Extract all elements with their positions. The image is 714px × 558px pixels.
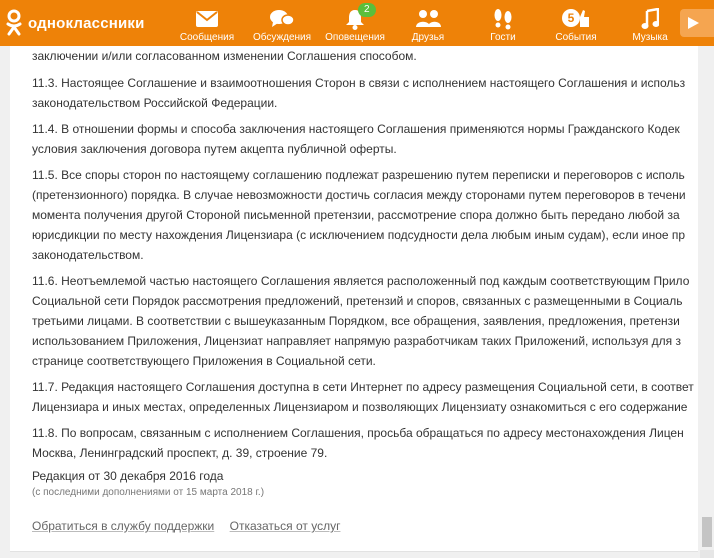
unsubscribe-link[interactable]: Отказаться от услуг	[230, 519, 341, 533]
nav-music-label: Музыка	[632, 32, 668, 43]
paragraph-line: третьими лицами. В соответствии с вышеук…	[32, 314, 680, 328]
nav-discussions[interactable]: Обсуждения	[248, 0, 316, 46]
nav-discussions-label: Обсуждения	[252, 32, 312, 43]
paragraph-line: (претензионного) порядка. В случае невоз…	[32, 188, 686, 202]
paragraph-line: 11.7. Редакция настоящего Соглашения дос…	[32, 380, 694, 394]
scrollbar-thumb[interactable]	[702, 517, 712, 547]
edition-note: (с последними дополнениями от 15 марта 2…	[32, 487, 265, 498]
ok-logo-icon	[6, 9, 22, 36]
music-note-icon	[641, 7, 659, 31]
paragraph-line: 11.3. Настоящее Соглашение и взаимоотнош…	[32, 76, 686, 90]
paragraph-line: 11.6. Неотъемлемой частью настоящего Сог…	[32, 274, 690, 288]
nav-music[interactable]: Музыка	[624, 0, 676, 46]
nav-guests[interactable]: Гости	[476, 0, 530, 46]
paragraph-line: законодательством Российской Федерации.	[32, 96, 278, 110]
edition-date: Редакция от 30 декабря 2016 года	[32, 469, 224, 483]
agreement-paragraph: 11.6. Неотъемлемой частью настоящего Сог…	[32, 271, 698, 371]
paragraph-line: 11.8. По вопросам, связанным с исполнени…	[32, 426, 684, 440]
paragraphs: 11.3. Настоящее Соглашение и взаимоотнош…	[32, 73, 698, 463]
ok-logo[interactable]: одноклассники	[6, 8, 145, 38]
paragraph-line: юрисдикции по месту нахождения Лицензиар…	[32, 228, 686, 242]
top-navigation-bar: одноклассники Сообщения Обсуждения 2 Опо…	[0, 0, 714, 46]
footer-links: Обратиться в службу поддержки Отказаться…	[32, 519, 698, 533]
paragraph-line: 11.5. Все споры сторон по настоящему сог…	[32, 168, 685, 182]
chat-bubbles-icon	[269, 7, 295, 31]
paragraph-line: Социальной сети Порядок рассмотрения пре…	[32, 294, 683, 308]
support-link[interactable]: Обратиться в службу поддержки	[32, 519, 214, 533]
brand-name: одноклассники	[28, 14, 145, 32]
footprints-icon	[493, 7, 513, 31]
agreement-content: заключении и/или согласованном изменении…	[10, 46, 698, 552]
nav-friends-label: Друзья	[411, 32, 445, 43]
agreement-paragraph: 11.5. Все споры сторон по настоящему сог…	[32, 165, 698, 265]
nav-events[interactable]: 5 События	[548, 0, 604, 46]
agreement-paragraph: 11.3. Настоящее Соглашение и взаимоотнош…	[32, 73, 698, 113]
nav-messages[interactable]: Сообщения	[178, 0, 236, 46]
agreement-paragraph: 11.7. Редакция настоящего Соглашения дос…	[32, 377, 698, 417]
events-count: 5	[567, 11, 575, 25]
play-icon	[688, 17, 699, 29]
paragraph-line: момента получения другой Стороной письме…	[32, 208, 680, 222]
agreement-text: заключении и/или согласованном изменении…	[32, 46, 698, 533]
agreement-paragraph: 11.8. По вопросам, связанным с исполнени…	[32, 423, 698, 463]
paragraph-line: условия заключения договора путем акцепт…	[32, 142, 397, 156]
paragraph-line: использованием Приложения, Лицензиат нап…	[32, 334, 681, 348]
events-icon: 5	[561, 7, 591, 31]
paragraph-line: странице соответствующего Приложения в С…	[32, 354, 376, 368]
vertical-scrollbar[interactable]	[700, 46, 714, 558]
nav-events-label: События	[555, 32, 597, 43]
paragraph-line: Лицензиара и иных местах, определенных Л…	[32, 400, 688, 414]
agreement-paragraph: 11.4. В отношении формы и способа заключ…	[32, 119, 698, 159]
scrollbar-corner	[700, 550, 714, 558]
nav-friends[interactable]: Друзья	[400, 0, 456, 46]
paragraph-line: законодательством.	[32, 248, 144, 262]
people-icon	[414, 7, 442, 31]
paragraph-line: Москва, Ленинградский проспект, д. 39, с…	[32, 446, 328, 460]
nav-notifications-label: Оповещения	[325, 32, 385, 43]
nav-notifications[interactable]: 2 Оповещения	[322, 0, 388, 46]
envelope-icon	[196, 7, 218, 31]
paragraph-top-line: заключении и/или согласованном изменении…	[32, 49, 417, 63]
nav-guests-label: Гости	[490, 32, 516, 43]
play-button[interactable]	[680, 9, 714, 37]
paragraph-line: 11.4. В отношении формы и способа заключ…	[32, 122, 680, 136]
nav-messages-label: Сообщения	[179, 32, 235, 43]
notifications-badge: 2	[358, 3, 376, 17]
bell-icon: 2	[344, 3, 376, 31]
